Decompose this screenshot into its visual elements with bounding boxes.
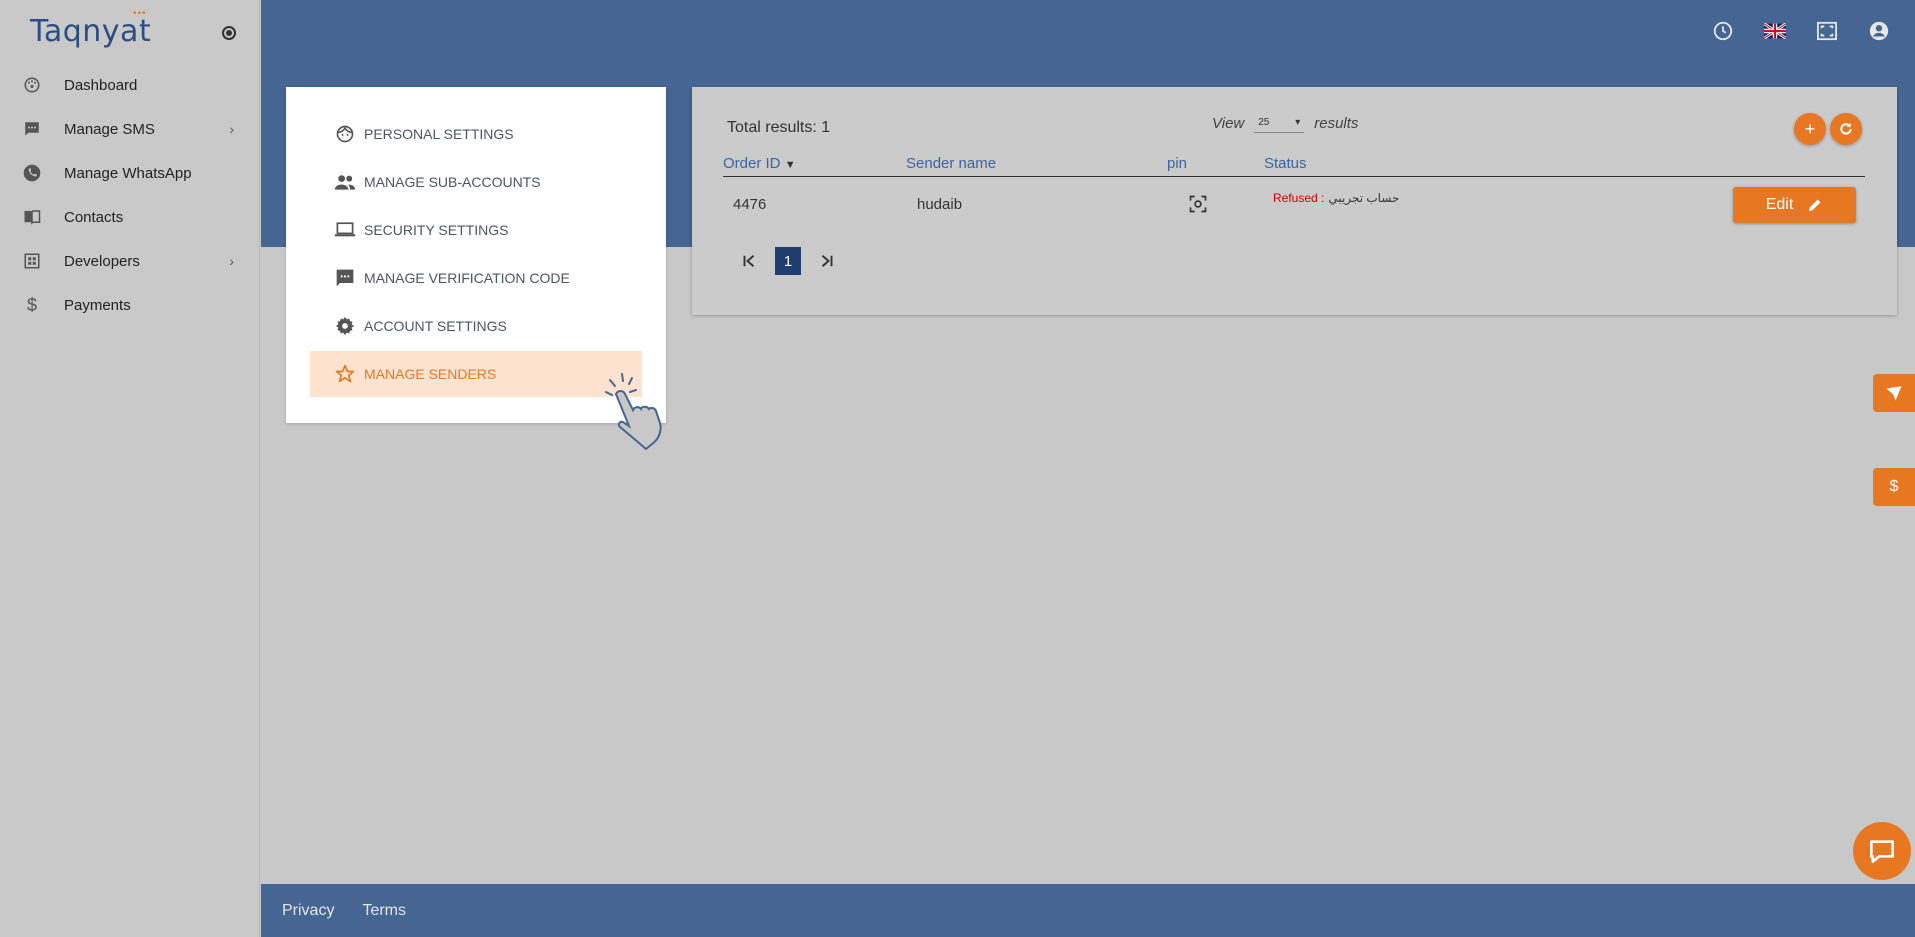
- account-icon[interactable]: [1853, 18, 1905, 44]
- edit-label: Edit: [1765, 196, 1794, 213]
- pencil-icon: [1809, 199, 1821, 211]
- menu-item-manage-senders[interactable]: MANAGE SENDERS: [310, 351, 642, 397]
- menu-item-label: MANAGE SUB-ACCOUNTS: [364, 174, 541, 190]
- order-id-cell: 4476: [733, 195, 767, 213]
- sidebar-item-developers[interactable]: Developers ›: [0, 239, 260, 283]
- current-page-button[interactable]: 1: [775, 247, 801, 275]
- refresh-icon: [1840, 123, 1852, 135]
- brand-logo-dots: •••: [133, 8, 147, 19]
- total-results: Total results: 1: [727, 119, 831, 136]
- hand-pointer-icon: [600, 370, 692, 465]
- footer: Privacy Terms: [261, 884, 1915, 937]
- sidebar-item-label: Dashboard: [64, 76, 138, 94]
- last-page-button[interactable]: [815, 248, 839, 274]
- results-label: results: [1314, 114, 1359, 132]
- menu-item-personal-settings[interactable]: PERSONAL SETTINGS: [310, 111, 642, 157]
- dollar-icon: $: [26, 294, 37, 315]
- send-message-tab[interactable]: [1873, 374, 1915, 412]
- star-icon: [334, 363, 356, 385]
- column-pin[interactable]: pin: [1167, 155, 1187, 172]
- menu-item-account-settings[interactable]: ACCOUNT SETTINGS: [310, 303, 642, 349]
- menu-item-label: MANAGE SENDERS: [364, 366, 497, 382]
- sender-name-cell: hudaib: [917, 195, 963, 213]
- dashboard-icon: [22, 75, 42, 95]
- page-size-select[interactable]: 25 ▾: [1254, 113, 1305, 133]
- sidebar-item-manage-whatsapp[interactable]: Manage WhatsApp: [0, 151, 260, 195]
- terms-link[interactable]: Terms: [362, 902, 406, 920]
- sidebar-item-label: Payments: [64, 296, 131, 314]
- pin-cell: [1188, 184, 1208, 224]
- brand-logo[interactable]: Taqnyat: [30, 14, 151, 49]
- sms-icon: [22, 119, 42, 139]
- face-icon: [334, 123, 356, 145]
- column-status[interactable]: Status: [1264, 155, 1307, 172]
- menu-item-label: SECURITY SETTINGS: [364, 222, 509, 238]
- fullscreen-icon[interactable]: [1801, 18, 1853, 44]
- sidebar-item-label: Developers: [64, 252, 140, 270]
- sidebar-item-label: Manage SMS: [64, 120, 155, 138]
- chat-icon: [1870, 840, 1894, 863]
- message-icon: [334, 267, 356, 289]
- menu-item-security-settings[interactable]: SECURITY SETTINGS: [310, 207, 642, 253]
- refresh-button[interactable]: [1830, 113, 1862, 145]
- sidebar-item-label: Contacts: [64, 208, 124, 226]
- first-page-icon: [743, 255, 755, 267]
- menu-item-label: PERSONAL SETTINGS: [364, 126, 514, 142]
- chevron-right-icon: ›: [229, 253, 234, 269]
- last-page-icon: [821, 255, 833, 267]
- developers-icon: [22, 251, 42, 271]
- focus-icon[interactable]: [1188, 194, 1208, 214]
- pricing-tab[interactable]: $: [1873, 468, 1915, 506]
- table-header: Order ID ▼ Sender name pin Status: [723, 155, 1865, 177]
- add-sender-button[interactable]: +: [1794, 113, 1826, 145]
- senders-results-card: Total results: 1 View 25 ▾ results + Ord…: [692, 87, 1897, 315]
- sidebar-item-payments[interactable]: $ Payments: [0, 283, 260, 327]
- menu-item-label: MANAGE VERIFICATION CODE: [364, 270, 570, 286]
- status-cell: Refused : حساب تجريبي: [1273, 178, 1399, 218]
- page-size-control: View 25 ▾ results: [1212, 113, 1358, 133]
- gear-icon: [334, 315, 356, 337]
- status-note: حساب تجريبي: [1328, 191, 1400, 205]
- sidebar-item-manage-sms[interactable]: Manage SMS ›: [0, 107, 260, 151]
- sidebar-nav: Dashboard Manage SMS › Manage WhatsApp C…: [0, 63, 260, 327]
- chat-button[interactable]: [1853, 822, 1911, 880]
- view-label: View: [1212, 114, 1245, 132]
- chevron-right-icon: ›: [229, 121, 234, 137]
- menu-item-manage-sub-accounts[interactable]: MANAGE SUB-ACCOUNTS: [310, 159, 642, 205]
- sort-desc-icon: ▼: [784, 159, 796, 171]
- sidebar-item-contacts[interactable]: Contacts: [0, 195, 260, 239]
- sidebar: Taqnyat ••• Dashboard Manage SMS › Manag…: [0, 0, 260, 937]
- menu-item-label: ACCOUNT SETTINGS: [364, 318, 507, 334]
- column-sender-name[interactable]: Sender name: [906, 155, 996, 172]
- whatsapp-icon: [22, 163, 42, 183]
- sidebar-item-label: Manage WhatsApp: [64, 164, 192, 182]
- sidebar-toggle-radio[interactable]: [222, 26, 236, 40]
- contacts-icon: [22, 207, 42, 227]
- plus-icon: +: [1804, 118, 1816, 139]
- menu-item-manage-verification-code[interactable]: MANAGE VERIFICATION CODE: [310, 255, 642, 301]
- chevron-down-icon: ▾: [1295, 117, 1301, 128]
- laptop-icon: [334, 219, 356, 241]
- uk-flag-icon[interactable]: [1749, 18, 1801, 44]
- clock-icon[interactable]: [1697, 18, 1749, 44]
- table-row: 4476 hudaib Refused : حساب تجريبي: [723, 184, 1865, 224]
- page-size-value: 25: [1258, 117, 1270, 128]
- column-order-id[interactable]: Order ID ▼: [723, 155, 796, 172]
- header-icons: [1697, 18, 1905, 44]
- send-icon: [1886, 386, 1902, 401]
- people-icon: [334, 171, 356, 193]
- sidebar-item-dashboard[interactable]: Dashboard: [0, 63, 260, 107]
- pagination: 1: [737, 247, 839, 275]
- privacy-link[interactable]: Privacy: [282, 902, 334, 920]
- first-page-button[interactable]: [737, 248, 761, 274]
- edit-button[interactable]: Edit: [1733, 187, 1856, 223]
- column-label: Order ID: [723, 155, 781, 172]
- status-refused-badge: Refused :: [1273, 191, 1325, 205]
- dollar-icon: $: [1889, 478, 1899, 495]
